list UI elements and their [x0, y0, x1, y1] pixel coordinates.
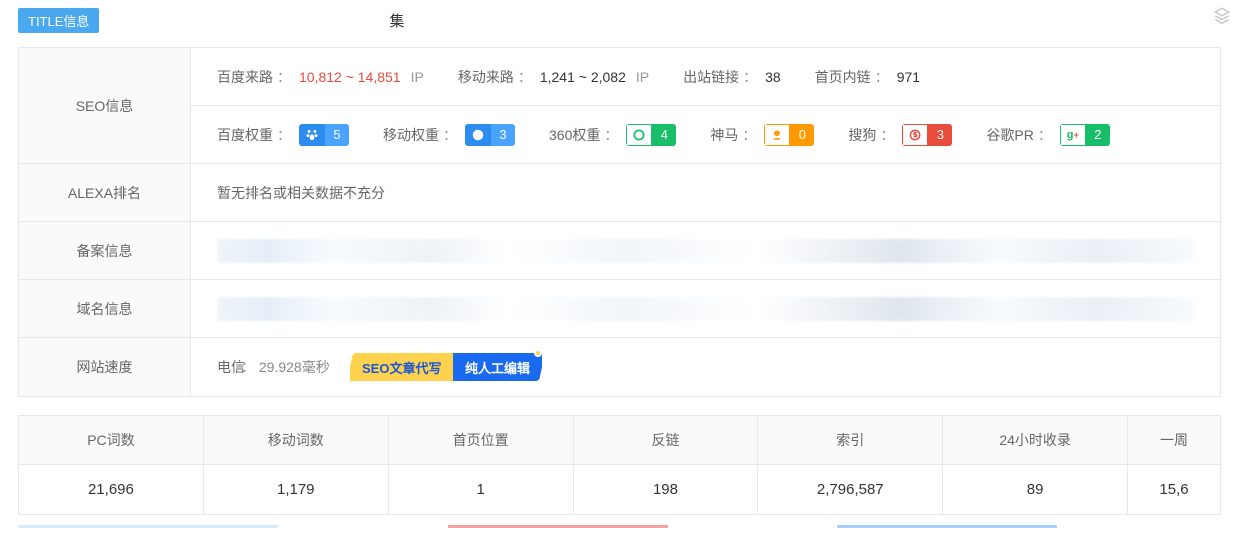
beian-row: 备案信息 — [19, 222, 1220, 280]
weight-mobile[interactable]: 移动权重： 3 — [383, 124, 515, 146]
weight-google[interactable]: 谷歌PR： g+2 — [986, 124, 1109, 146]
seo-traffic-cell: 百度来路： 10,812 ~ 14,851IP 移动来路： 1,241 ~ 2,… — [191, 48, 1220, 106]
baidu-paw-icon — [299, 124, 325, 146]
metric-baidu-traffic[interactable]: 百度来路： 10,812 ~ 14,851IP — [217, 67, 424, 87]
title-row: TITLE信息 集 — [0, 0, 1239, 41]
page-title-fragment: 集 — [389, 10, 404, 31]
seo-row: SEO信息 百度来路： 10,812 ~ 14,851IP 移动来路： 1,24… — [19, 48, 1220, 164]
stats-col-24h[interactable]: 24小时收录 89 — [943, 416, 1128, 514]
stats-table: PC词数 21,696 移动词数 1,179 首页位置 1 反链 198 索引 … — [18, 415, 1221, 515]
domain-row: 域名信息 — [19, 280, 1220, 338]
metric-outlinks[interactable]: 出站链接： 38 — [683, 67, 781, 87]
shenma-icon — [764, 124, 790, 146]
layers-icon[interactable] — [1213, 6, 1231, 24]
weight-360[interactable]: 360权重： 4 — [549, 124, 676, 146]
promo-banner[interactable]: SEO文章代写 纯人工编辑 — [347, 353, 545, 381]
stats-col-week[interactable]: 一周 15,6 — [1128, 416, 1220, 514]
google-icon: g+ — [1060, 124, 1086, 146]
seo-row-label: SEO信息 — [19, 48, 191, 163]
stats-col-backlink[interactable]: 反链 198 — [574, 416, 759, 514]
alexa-row: ALEXA排名 暂无排名或相关数据不充分 — [19, 164, 1220, 222]
footer-tabs-strip — [18, 525, 1221, 529]
speed-row: 网站速度 电信： 29.928毫秒 SEO文章代写 纯人工编辑 — [19, 338, 1220, 396]
stats-col-mobile[interactable]: 移动词数 1,179 — [204, 416, 389, 514]
speed-isp: 电信： 29.928毫秒 — [217, 357, 330, 377]
stats-col-index[interactable]: 索引 2,796,587 — [758, 416, 943, 514]
seo-info-table: SEO信息 百度来路： 10,812 ~ 14,851IP 移动来路： 1,24… — [18, 47, 1221, 397]
so360-icon — [626, 124, 652, 146]
beian-row-label: 备案信息 — [19, 222, 191, 279]
beian-redacted — [217, 239, 1194, 263]
alexa-row-label: ALEXA排名 — [19, 164, 191, 221]
stats-col-home[interactable]: 首页位置 1 — [389, 416, 574, 514]
title-badge: TITLE信息 — [18, 8, 99, 33]
weight-baidu[interactable]: 百度权重： 5 — [217, 124, 349, 146]
sogou-icon — [902, 124, 928, 146]
domain-redacted — [217, 297, 1194, 321]
stats-col-pc[interactable]: PC词数 21,696 — [19, 416, 204, 514]
domain-row-label: 域名信息 — [19, 280, 191, 337]
alexa-value: 暂无排名或相关数据不充分 — [217, 183, 385, 203]
baidu-mobile-icon — [465, 124, 491, 146]
seo-weights-cell: 百度权重： 5 移动权重： 3 360权重： 4 神马： 0 搜狗： 3 — [191, 106, 1220, 163]
metric-mobile-traffic[interactable]: 移动来路： 1,241 ~ 2,082IP — [458, 67, 649, 87]
speed-row-label: 网站速度 — [19, 338, 191, 396]
metric-innerlinks[interactable]: 首页内链： 971 — [815, 67, 920, 87]
weight-shenma[interactable]: 神马： 0 — [710, 124, 814, 146]
weight-sogou[interactable]: 搜狗： 3 — [848, 124, 952, 146]
